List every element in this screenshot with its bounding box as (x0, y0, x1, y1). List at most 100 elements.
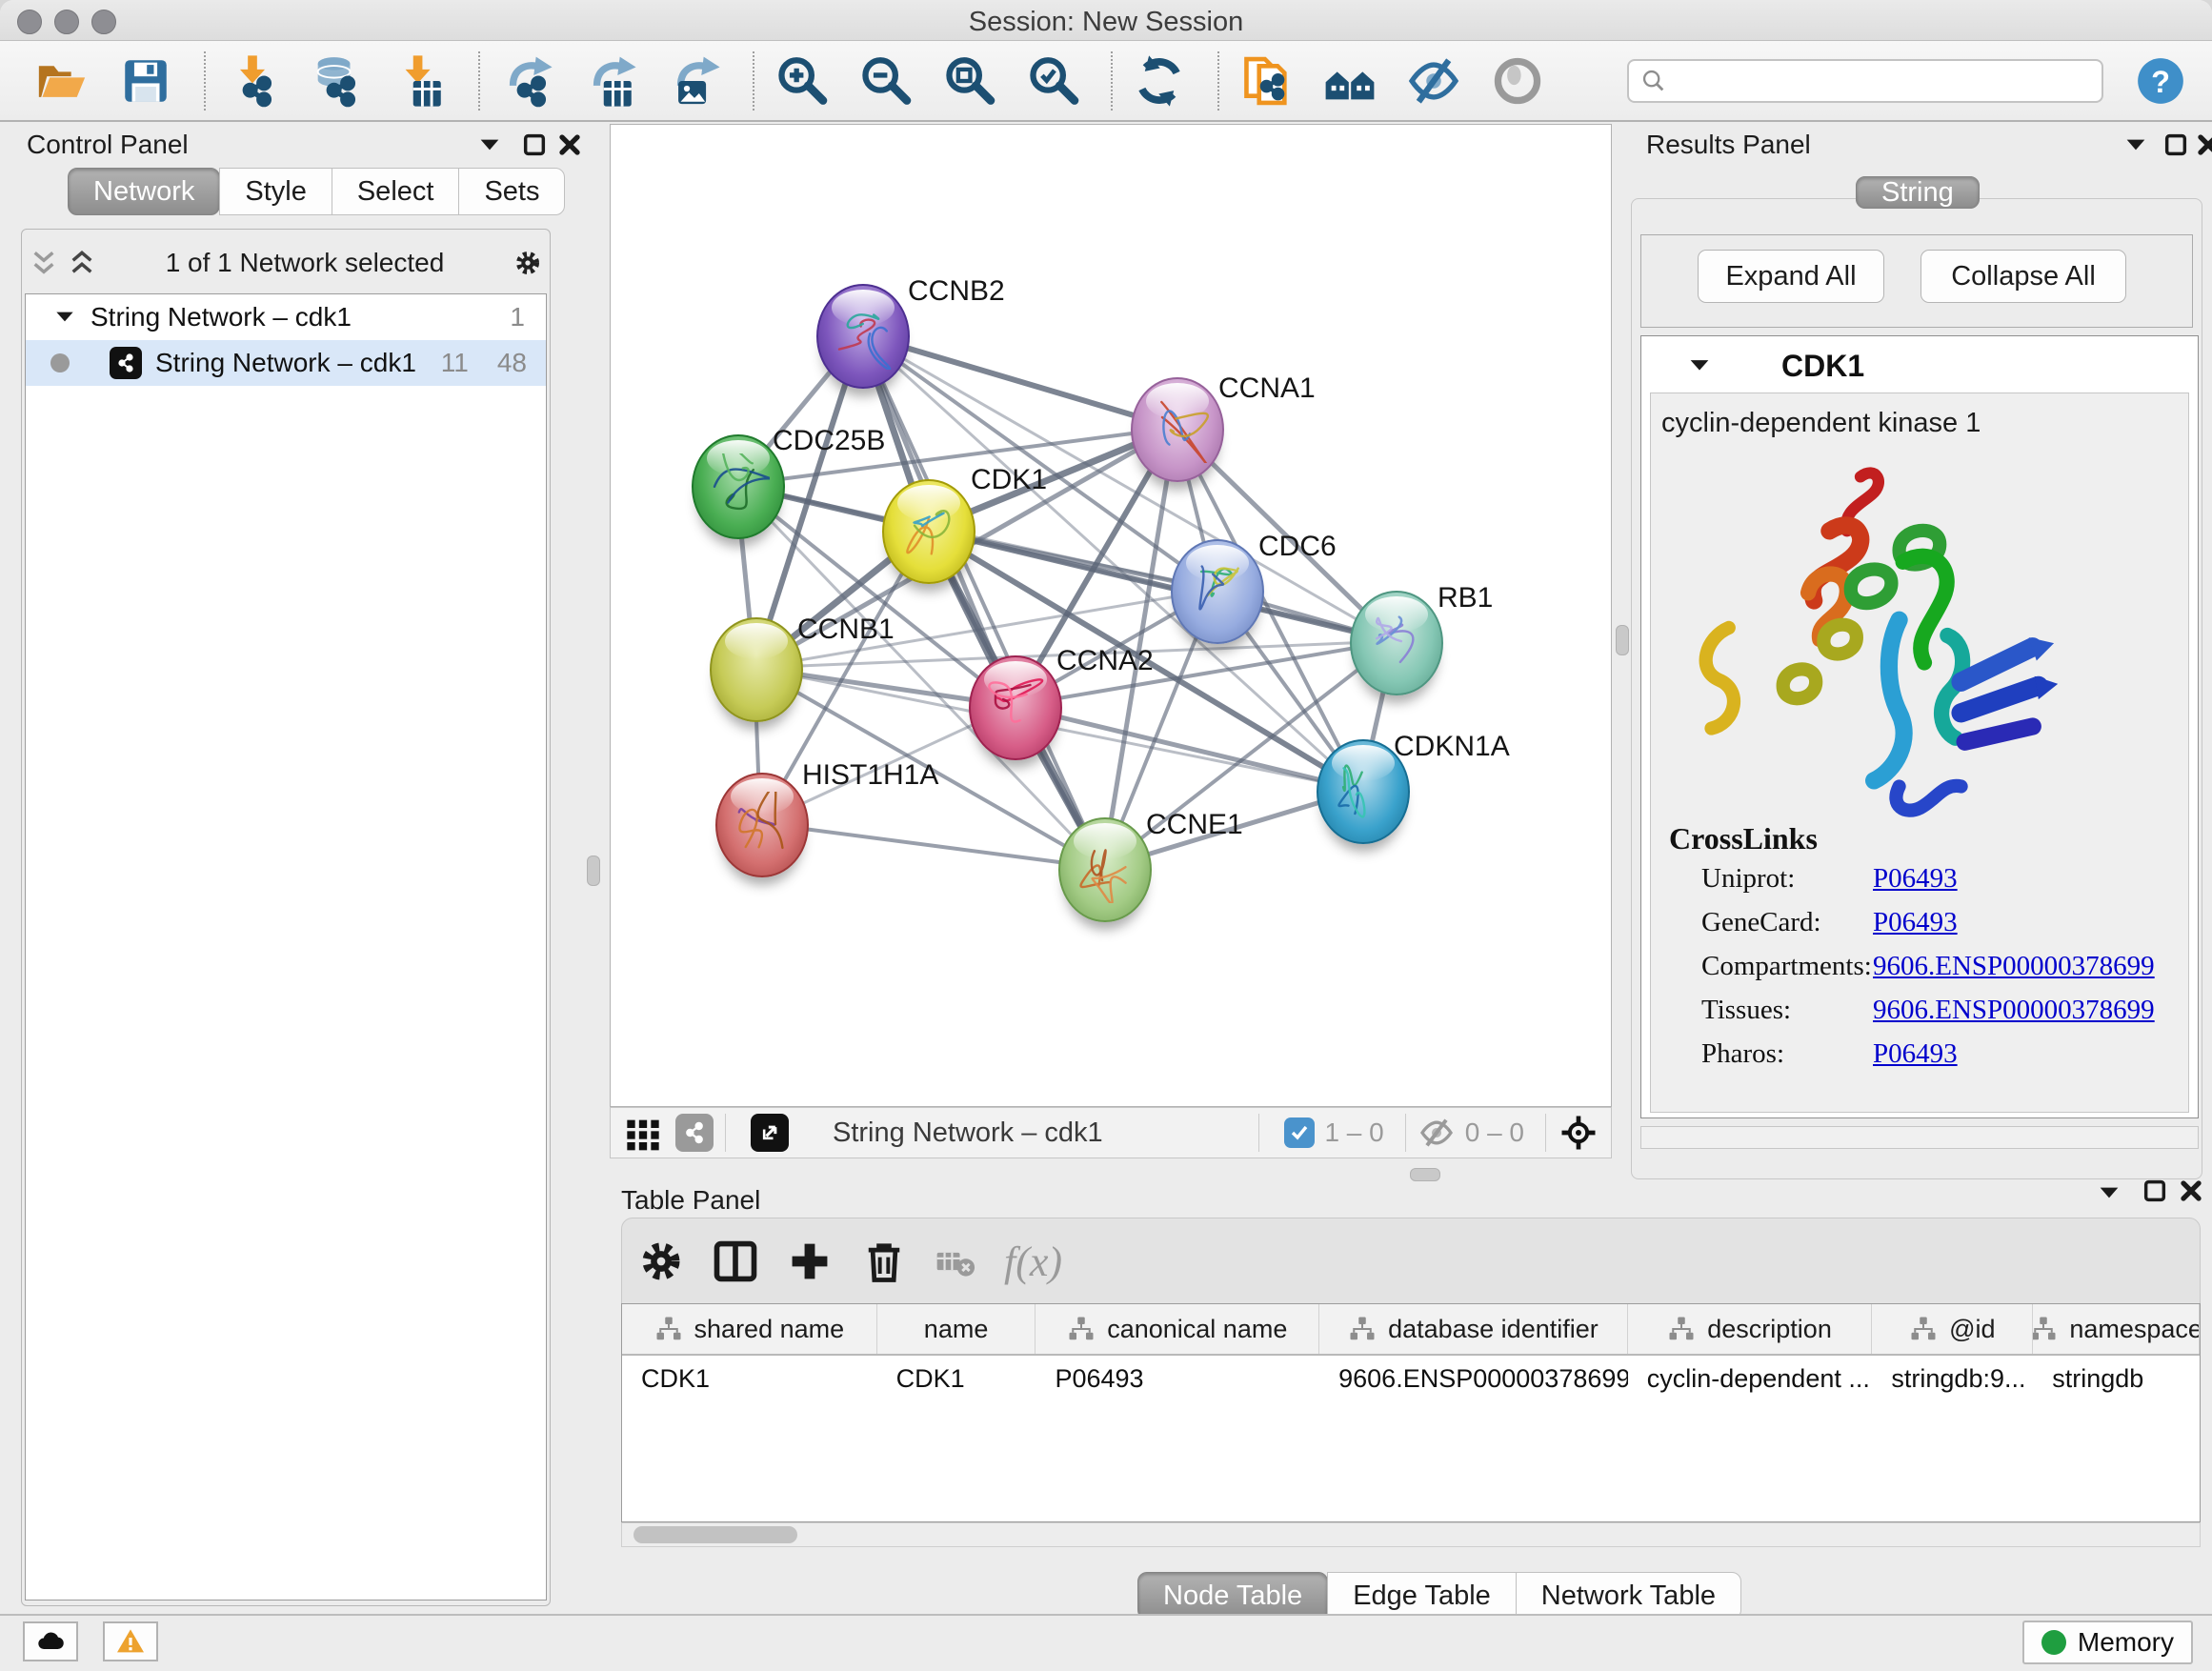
toolbar-separator (204, 51, 206, 111)
memory-button[interactable]: Memory (2022, 1621, 2193, 1664)
tab-style[interactable]: Style (219, 168, 332, 215)
node-ccna2[interactable] (969, 655, 1062, 760)
node-label-ccnb1: CCNB1 (797, 614, 895, 646)
collapse-panel-icon[interactable] (474, 130, 505, 160)
crosslink-link[interactable]: 9606.ENSP00000378699 (1873, 951, 2155, 982)
zoom-selected-icon[interactable] (1025, 53, 1080, 109)
inactive-eye-icon[interactable] (1490, 53, 1545, 109)
cdk1-entry-header[interactable]: CDK1 (1640, 345, 2199, 387)
tab-network-table[interactable]: Network Table (1516, 1572, 1741, 1620)
entry-caret-down-icon[interactable] (1686, 352, 1713, 379)
node-hist1h1a[interactable] (715, 773, 809, 877)
left-splitter-handle[interactable] (587, 856, 600, 886)
node-rb1[interactable] (1350, 591, 1443, 695)
collapse-all-button[interactable]: Collapse All (1920, 250, 2126, 303)
crosslink-link[interactable]: P06493 (1873, 863, 1958, 895)
network-collection-row[interactable]: String Network – cdk1 1 (26, 294, 546, 340)
zoom-in-icon[interactable] (774, 53, 829, 109)
caret-down-icon[interactable] (52, 305, 77, 330)
column-header-canonical-name[interactable]: canonical name (1036, 1304, 1319, 1354)
warnings-button[interactable] (103, 1621, 158, 1661)
tab-string[interactable]: String (1857, 170, 1980, 215)
column-header--id[interactable]: @id (1872, 1304, 2033, 1354)
node-cdk1[interactable] (882, 479, 975, 584)
delete-icon[interactable] (859, 1237, 909, 1286)
column-header-description[interactable]: description (1628, 1304, 1873, 1354)
column-header-database-identifier[interactable]: database identifier (1319, 1304, 1628, 1354)
crosslink-row: Uniprot:P06493 (1701, 863, 2178, 907)
crosslink-link[interactable]: P06493 (1873, 907, 1958, 938)
zoom-out-icon[interactable] (857, 53, 913, 109)
expand-all-icon[interactable] (67, 248, 97, 278)
export-network-icon[interactable] (499, 53, 554, 109)
refresh-layout-icon[interactable] (1132, 53, 1187, 109)
split-columns-icon[interactable] (711, 1237, 760, 1286)
column-header-name[interactable]: name (877, 1304, 1036, 1354)
table-tabs: Node TableEdge TableNetwork Table (1138, 1572, 1741, 1620)
save-session-icon[interactable] (118, 53, 173, 109)
open-view-icon[interactable] (751, 1114, 789, 1152)
network-canvas[interactable]: CCNB2CCNA1CDC25BCDK1CDC6RB1CCNB1CCNA2CDK… (610, 124, 1612, 1107)
node-cdc25b[interactable] (692, 434, 785, 539)
protein-thumbnail (1365, 610, 1428, 676)
share-view-icon[interactable] (675, 1114, 714, 1152)
expand-all-button[interactable]: Expand All (1698, 250, 1884, 303)
crosslink-link[interactable]: 9606.ENSP00000378699 (1873, 995, 2155, 1026)
network-row[interactable]: String Network – cdk1 11 48 (26, 340, 546, 386)
table-row[interactable]: CDK1CDK1P064939606.ENSP00000378699cyclin… (622, 1356, 2200, 1401)
tab-network[interactable]: Network (68, 168, 220, 215)
hide-glass-eye-icon[interactable] (1406, 53, 1461, 109)
cloud-button[interactable] (23, 1621, 78, 1661)
tab-node-table[interactable]: Node Table (1137, 1572, 1328, 1620)
node-table[interactable]: shared namenamecanonical namedatabase id… (621, 1303, 2201, 1522)
import-network-database-icon[interactable] (309, 53, 364, 109)
gear-icon[interactable] (636, 1237, 686, 1286)
bottom-splitter-handle[interactable] (1410, 1168, 1440, 1181)
node-ccna1[interactable] (1131, 377, 1224, 482)
export-image-icon[interactable] (667, 53, 722, 109)
float-results-icon[interactable] (2161, 130, 2191, 160)
add-column-icon[interactable] (785, 1237, 835, 1286)
string-home-icon[interactable] (1322, 53, 1377, 109)
results-scroll-strip[interactable] (1640, 1126, 2199, 1149)
column-header-namespace[interactable]: namespace (2033, 1304, 2200, 1354)
selected-checkbox-icon[interactable] (1284, 1117, 1315, 1148)
close-panel-icon[interactable] (554, 130, 585, 160)
node-cdc6[interactable] (1171, 539, 1264, 644)
open-session-icon[interactable] (34, 53, 90, 109)
scrollbar-thumb[interactable] (633, 1526, 797, 1543)
tab-select[interactable]: Select (332, 168, 460, 215)
results-panel-title: Results Panel (1646, 130, 1811, 160)
protein-thumbnail (707, 453, 770, 520)
close-results-icon[interactable] (2193, 130, 2212, 160)
network-options-gear-icon[interactable] (513, 248, 543, 278)
tab-edge-table[interactable]: Edge Table (1327, 1572, 1517, 1620)
tab-sets[interactable]: Sets (458, 168, 565, 215)
table-horizontal-scrollbar[interactable] (621, 1522, 2201, 1547)
column-header-shared-name[interactable]: shared name (622, 1304, 877, 1354)
protein-thumbnail (897, 498, 960, 565)
network-view-name: String Network – cdk1 (833, 1117, 1247, 1149)
function-builder-icon: f(x) (1004, 1238, 1062, 1286)
search-input[interactable] (1627, 59, 2103, 103)
node-ccnb1[interactable] (710, 617, 803, 722)
node-ccne1[interactable] (1058, 817, 1152, 922)
float-panel-icon[interactable] (519, 130, 550, 160)
table-header-row: shared namenamecanonical namedatabase id… (622, 1304, 2200, 1356)
help-icon[interactable]: ? (2136, 56, 2185, 106)
float-table-icon[interactable] (2140, 1176, 2170, 1206)
crosslink-link[interactable]: P06493 (1873, 1038, 1958, 1070)
collapse-results-icon[interactable] (2121, 130, 2151, 160)
export-table-icon[interactable] (583, 53, 638, 109)
collapse-table-icon[interactable] (2094, 1178, 2124, 1208)
node-ccnb2[interactable] (816, 284, 910, 389)
grid-icon[interactable] (624, 1114, 662, 1152)
collapse-all-icon[interactable] (29, 248, 59, 278)
right-splitter-handle[interactable] (1616, 625, 1629, 655)
import-table-icon[interactable] (392, 53, 448, 109)
share-document-icon[interactable] (1238, 53, 1294, 109)
zoom-fit-icon[interactable] (941, 53, 996, 109)
close-table-icon[interactable] (2176, 1176, 2206, 1206)
import-network-file-icon[interactable] (225, 53, 280, 109)
birds-eye-toggle-icon[interactable] (1559, 1114, 1598, 1152)
